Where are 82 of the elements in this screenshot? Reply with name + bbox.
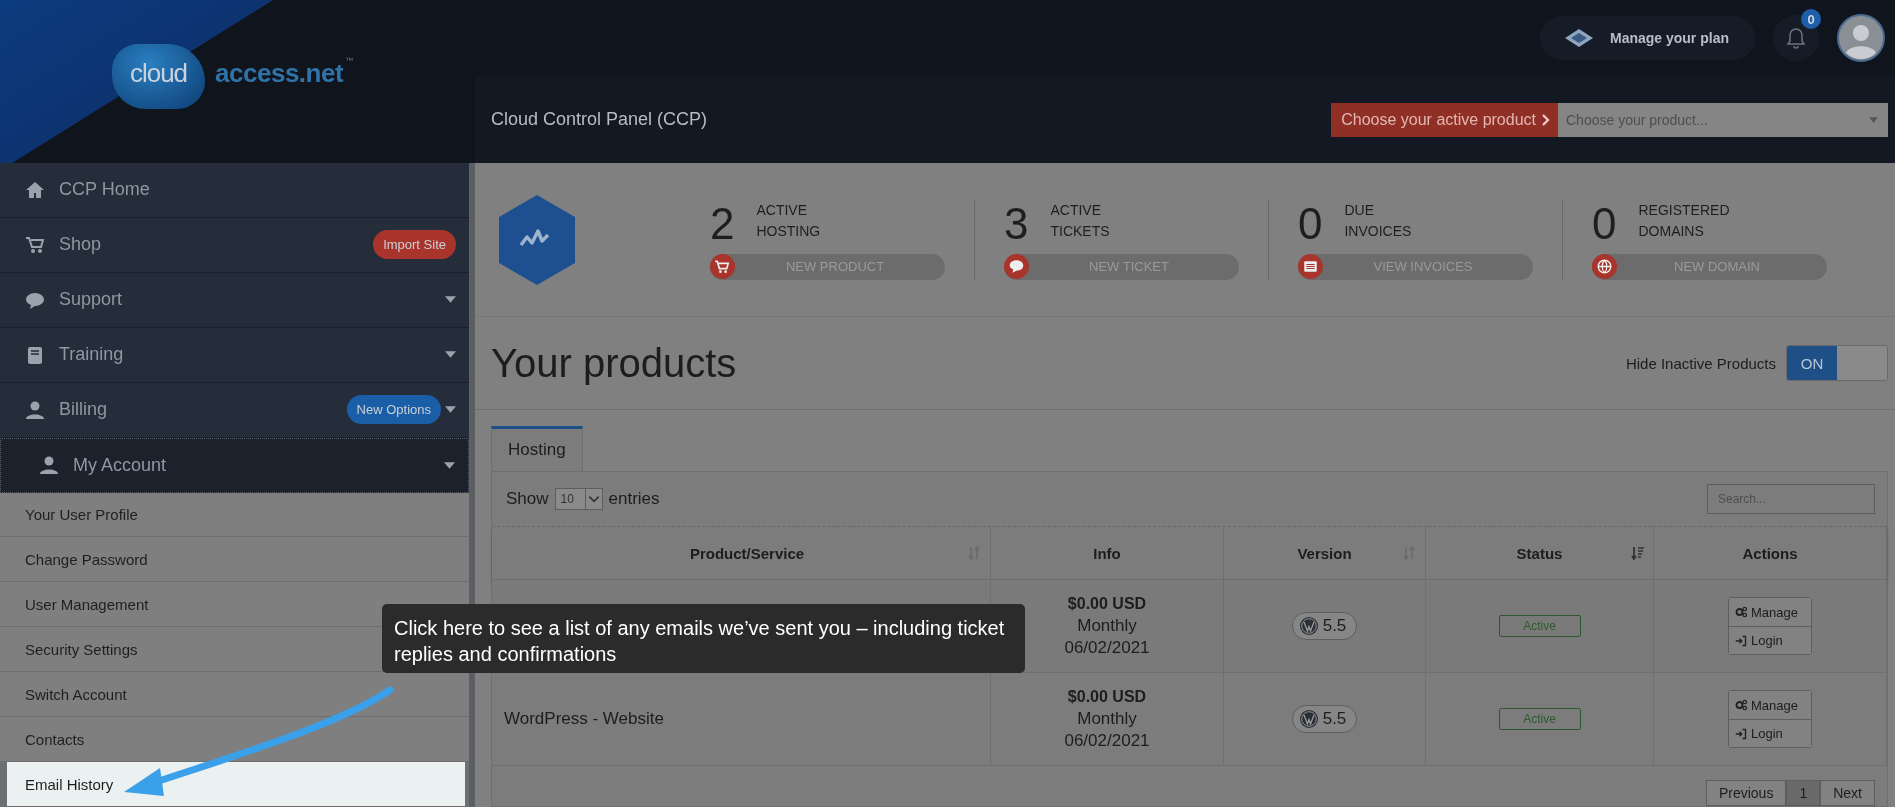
cart-icon [710, 254, 735, 280]
due-date: 06/02/2021 [1064, 730, 1150, 752]
stat-value: 3 [1004, 199, 1029, 248]
submenu-item[interactable]: Email History [7, 762, 465, 807]
entries-label: entries [608, 489, 660, 509]
version-badge: 5.5 [1291, 612, 1358, 640]
logo-text: access.net [215, 58, 344, 89]
column-header[interactable]: Version [1224, 527, 1426, 579]
avatar-icon [1837, 14, 1885, 62]
billing-cycle: Monthly [1077, 615, 1137, 637]
page-title: Cloud Control Panel (CCP) [491, 109, 708, 130]
gears-icon [1735, 606, 1747, 618]
stat-label: REGISTERED DOMAINS [1638, 200, 1731, 241]
billing-cycle: Monthly [1077, 708, 1137, 730]
home-icon [25, 179, 45, 200]
toggle-switch[interactable]: ON [1786, 345, 1888, 382]
price-text: $0.00 USD [1067, 594, 1147, 614]
status-label: Active [1498, 615, 1581, 637]
section-title: Your products [491, 340, 737, 386]
column-header[interactable]: Actions [1654, 527, 1887, 579]
action-button[interactable]: Login [1729, 626, 1811, 654]
product-name: WordPress - Website [504, 709, 664, 729]
sidebar-item[interactable]: CCP Home [0, 163, 469, 218]
manage-plan-button[interactable]: Manage your plan [1539, 16, 1755, 60]
notification-count: 0 [1801, 9, 1821, 29]
tooltip: Click here to see a list of any emails we’ve sent you – including ticket replies and confirmations [382, 604, 1025, 673]
sign-in-icon [1735, 727, 1747, 740]
action-button[interactable]: Manage [1729, 598, 1811, 626]
column-header[interactable]: Product/Service [492, 527, 991, 579]
column-header[interactable]: Info [991, 527, 1224, 579]
action-button[interactable]: Login [1729, 719, 1811, 747]
cart-icon [25, 234, 45, 255]
stat-label: ACTIVE HOSTING [756, 200, 822, 241]
wordpress-icon [1298, 709, 1319, 729]
page-button[interactable]: 1 [1786, 780, 1821, 806]
plan-icon [1563, 28, 1594, 48]
logo-badge: cloud [111, 44, 206, 109]
speech-bubble-icon [1004, 254, 1029, 280]
sidebar-item[interactable]: Training [0, 327, 469, 383]
sidebar-item[interactable]: Shop Import Site [0, 217, 469, 273]
show-label: Show [506, 489, 549, 509]
stat-value: 0 [1592, 199, 1617, 248]
sidebar-item[interactable]: Billing New Options [0, 382, 469, 438]
price-text: $0.00 USD [1067, 687, 1147, 707]
globe-icon [1592, 254, 1617, 280]
submenu-item[interactable]: Switch Account [0, 672, 469, 718]
product-label: Choose your active product [1331, 102, 1558, 137]
submenu-item[interactable]: Change Password [0, 537, 469, 583]
column-header[interactable]: Status [1426, 527, 1654, 579]
person-icon [25, 399, 45, 420]
gears-icon [1735, 699, 1747, 711]
entries-select[interactable]: 10 [554, 488, 603, 510]
bell-icon [1786, 27, 1806, 49]
tab[interactable]: Hosting [491, 426, 583, 471]
action-button[interactable]: Manage [1729, 691, 1811, 719]
submenu-item[interactable]: Contacts [0, 717, 469, 763]
caret-icon [584, 489, 602, 509]
sign-in-icon [1735, 634, 1747, 647]
page-button[interactable]: Previous [1705, 780, 1787, 806]
sidebar-item[interactable]: My Account [0, 437, 469, 493]
notifications-button[interactable] [1773, 15, 1819, 61]
stat-value: 0 [1298, 199, 1323, 248]
caret-icon [1869, 116, 1878, 123]
toggle-label: Hide Inactive Products [1625, 354, 1776, 372]
stat-value: 2 [710, 199, 735, 248]
list-icon [1298, 254, 1323, 280]
chevron-icon [1542, 113, 1550, 126]
due-date: 06/02/2021 [1064, 637, 1150, 659]
sidebar-item[interactable]: Support [0, 272, 469, 328]
book-icon [25, 344, 45, 365]
status-label: Active [1498, 708, 1581, 730]
submenu-item[interactable]: Your User Profile [0, 492, 469, 538]
sidebar-badge: Import Site [373, 230, 456, 260]
stat-label: ACTIVE TICKETS [1050, 200, 1111, 241]
hexagon-logo-icon [497, 194, 577, 285]
trademark-mark: ™ [345, 56, 354, 65]
wordpress-icon [1298, 616, 1319, 636]
sidebar-badge: New Options [346, 395, 441, 425]
page-button[interactable]: Next [1820, 780, 1875, 806]
version-badge: 5.5 [1291, 705, 1358, 733]
stat-label: DUE INVOICES [1344, 200, 1413, 241]
person-icon [39, 455, 59, 476]
